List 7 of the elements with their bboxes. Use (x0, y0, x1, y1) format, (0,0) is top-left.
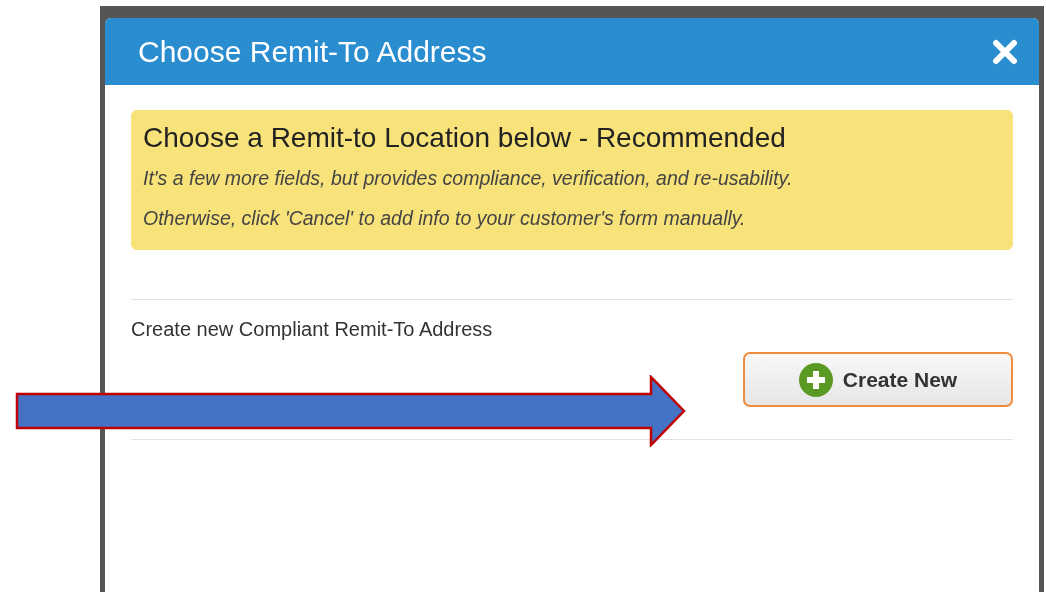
section-label: Create new Compliant Remit-To Address (131, 317, 494, 342)
create-new-button[interactable]: Create New (743, 352, 1013, 407)
notice-text: Otherwise, click 'Cancel' to add info to your customer's form manually. (143, 206, 747, 231)
notice-heading: Choose a Remit-to Location below - Recommended (143, 121, 787, 155)
notice-text: It's a few more fields, but provides compliance, verification, and re-usability. (143, 166, 794, 191)
plus-icon (798, 362, 833, 397)
dialog-title: Choose Remit-To Address (138, 34, 487, 70)
